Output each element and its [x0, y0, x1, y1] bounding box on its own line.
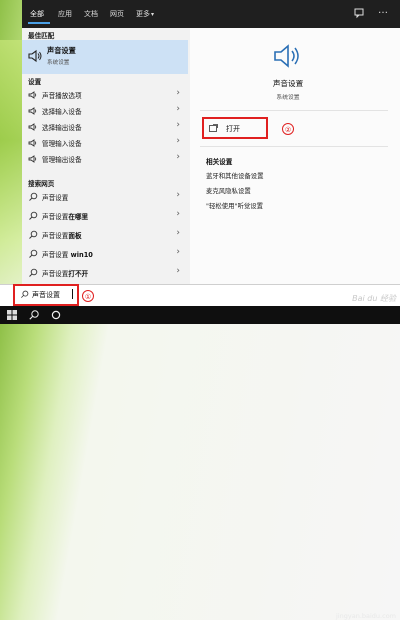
web-suggestion-suffix: 在哪里 — [68, 213, 89, 221]
web-suggestion-label: 声音设置面板 — [42, 230, 82, 240]
settings-item-label: 管理输出设备 — [42, 156, 82, 164]
watermark-url: jingyan.baidu.com — [336, 612, 396, 620]
search-input[interactable]: 声音设置 — [32, 290, 60, 300]
web-suggestion-prefix: 声音设置 — [42, 251, 69, 259]
related-settings-heading: 相关设置 — [206, 158, 233, 166]
detail-pane: 声音设置 系统设置 打开 ② 相关设置 蓝牙和其他设备设置 麦克风隐私设置 "轻… — [190, 28, 400, 284]
chevron-right-icon: › — [176, 247, 180, 257]
text-cursor — [72, 289, 73, 299]
web-suggestion-prefix: 声音设置 — [42, 270, 69, 278]
chevron-right-icon: › — [176, 190, 180, 200]
best-match-type: 系统设置 — [47, 60, 70, 66]
chevron-right-icon: › — [176, 209, 180, 219]
search-icon — [29, 230, 38, 239]
chevron-right-icon: › — [176, 88, 180, 98]
settings-item-label: 声音播放选项 — [42, 92, 82, 100]
speaker-icon — [28, 49, 42, 63]
taskbar: jingyan.baidu.com — [0, 306, 400, 620]
web-suggestion[interactable]: 声音设置在哪里 › — [22, 208, 188, 223]
divider — [200, 146, 388, 147]
web-suggestion-prefix: 声音设置 — [42, 232, 69, 240]
speaker-icon — [28, 91, 37, 99]
windows-start-icon[interactable] — [6, 309, 18, 321]
web-suggestion-label: 声音设置 — [42, 192, 68, 202]
web-suggestion-suffix: win10 — [68, 251, 93, 259]
tab-documents[interactable]: 文档 — [84, 9, 98, 19]
tab-more-label: 更多 — [136, 10, 150, 18]
search-icon — [29, 268, 38, 277]
web-suggestion-suffix: 面板 — [68, 232, 82, 240]
active-tab-indicator — [28, 22, 50, 24]
results-list: 最佳匹配 声音设置 系统设置 设置 声音播放选项 › 选择输入设备 › 选择输出… — [22, 28, 188, 284]
watermark: Bai du 经验 — [352, 294, 396, 303]
desktop-background — [0, 40, 22, 290]
chevron-right-icon: › — [176, 228, 180, 238]
settings-item[interactable]: 声音播放选项 › — [22, 87, 188, 102]
web-suggestion-suffix: 打不开 — [68, 270, 89, 278]
chevron-right-icon: › — [176, 152, 180, 162]
annotation-marker-1: ① — [82, 290, 94, 302]
settings-item[interactable]: 选择输出设备 › — [22, 119, 188, 134]
search-tab-bar: 全部 应用 文档 网页 更多▾ … — [22, 0, 400, 28]
open-action[interactable]: 打开 — [202, 117, 268, 139]
settings-item[interactable]: 选择输入设备 › — [22, 103, 188, 118]
search-icon — [29, 211, 38, 220]
chevron-right-icon: › — [176, 266, 180, 276]
speaker-icon — [28, 123, 37, 131]
start-search-panel: 全部 应用 文档 网页 更多▾ … 最佳匹配 声音设置 系统设置 设置 声音播放… — [22, 0, 400, 284]
detail-title: 声音设置 — [272, 79, 304, 88]
chevron-right-icon: › — [176, 120, 180, 130]
web-suggestion-label: 声音设置打不开 — [42, 268, 88, 278]
web-suggestion-label: 声音设置 win10 — [42, 249, 93, 259]
related-link-ease-of-access[interactable]: "轻松使用"听觉设置 — [206, 201, 263, 210]
web-suggestion[interactable]: 声音设置 › — [22, 189, 188, 204]
tab-all[interactable]: 全部 — [30, 9, 44, 19]
web-suggestion-prefix: 声音设置 — [42, 213, 69, 221]
best-match-name: 声音设置 — [47, 46, 76, 55]
web-suggestion[interactable]: 声音设置 win10 › — [22, 246, 188, 261]
web-suggestion[interactable]: 声音设置打不开 › — [22, 265, 188, 280]
settings-item[interactable]: 管理输出设备 › — [22, 151, 188, 166]
search-icon — [29, 249, 38, 258]
speaker-icon — [28, 107, 37, 115]
chevron-right-icon: › — [176, 136, 180, 146]
speaker-icon — [274, 44, 299, 68]
tab-apps[interactable]: 应用 — [58, 9, 72, 19]
web-suggestion-prefix: 声音设置 — [42, 194, 69, 202]
best-match-item[interactable]: 声音设置 系统设置 — [22, 40, 188, 74]
web-suggestion[interactable]: 声音设置面板 › — [22, 227, 188, 242]
feedback-icon[interactable] — [353, 7, 365, 19]
tab-web[interactable]: 网页 — [110, 9, 124, 19]
settings-item-label: 选择输出设备 — [42, 124, 82, 132]
cortana-icon[interactable] — [50, 309, 62, 321]
web-search-heading: 搜索网页 — [28, 180, 55, 188]
chevron-down-icon: ▾ — [151, 11, 155, 18]
settings-heading: 设置 — [28, 78, 42, 86]
related-link-mic-privacy[interactable]: 麦克风隐私设置 — [206, 186, 251, 195]
best-match-heading: 最佳匹配 — [28, 32, 55, 40]
settings-item[interactable]: 管理输入设备 › — [22, 135, 188, 150]
related-link-bluetooth[interactable]: 蓝牙和其他设备设置 — [206, 171, 264, 180]
search-icon — [29, 192, 38, 201]
settings-item-label: 选择输入设备 — [42, 108, 82, 116]
settings-item-label: 管理输入设备 — [42, 140, 82, 148]
search-icon — [21, 290, 29, 298]
search-icon[interactable] — [28, 309, 40, 321]
annotation-marker-2: ② — [282, 123, 294, 135]
chevron-right-icon: › — [176, 104, 180, 114]
web-suggestion-label: 声音设置在哪里 — [42, 211, 88, 221]
speaker-icon — [28, 155, 37, 163]
open-label: 打开 — [226, 125, 240, 133]
more-options-icon[interactable]: … — [378, 5, 390, 17]
tab-more[interactable]: 更多▾ — [136, 9, 154, 19]
speaker-icon — [28, 139, 37, 147]
detail-subtitle: 系统设置 — [276, 95, 300, 101]
open-window-icon — [209, 124, 218, 132]
divider — [200, 110, 388, 111]
